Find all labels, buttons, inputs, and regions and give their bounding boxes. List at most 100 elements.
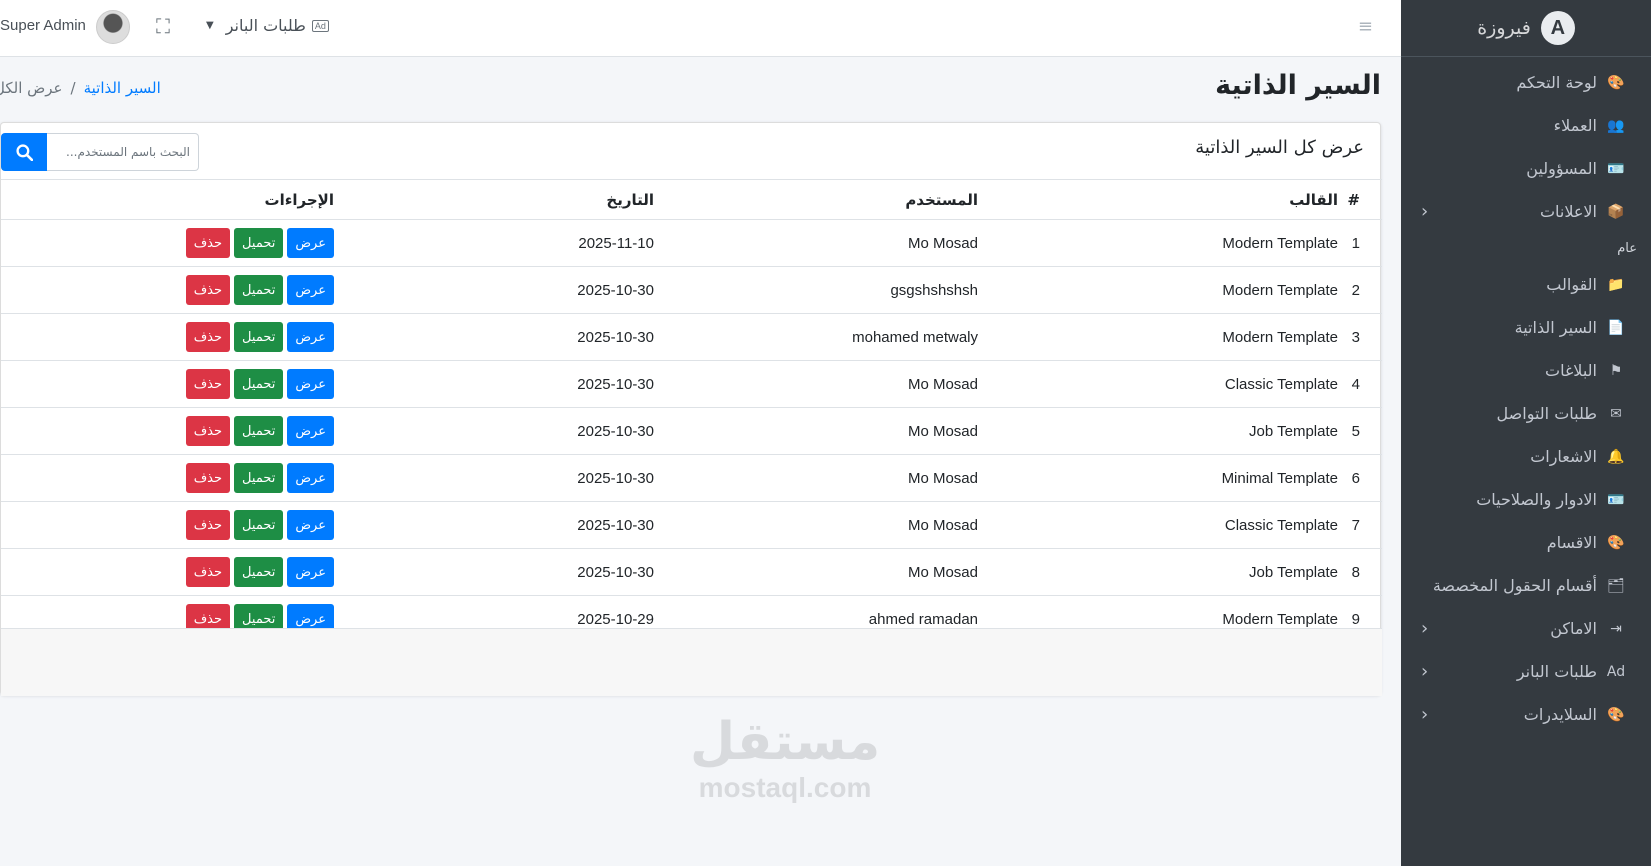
download-button[interactable]: تحميل	[234, 275, 284, 305]
view-button[interactable]: عرض	[287, 369, 334, 399]
card-title: عرض كل السير الذاتية	[1195, 137, 1364, 158]
row-date: 2025-10-30	[334, 407, 654, 455]
chevron-left-icon: ‹	[1421, 618, 1429, 639]
row-date: 2025-10-30	[334, 501, 654, 549]
row-date: 2025-10-30	[334, 454, 654, 502]
download-button[interactable]: تحميل	[234, 322, 284, 352]
delete-button[interactable]: حذف	[185, 463, 231, 493]
sidebar-item[interactable]: 🪪 المسؤولين	[1401, 147, 1651, 190]
row-actions: عرض تحميل حذف	[1, 501, 334, 549]
cv-list-card: عرض كل السير الذاتية # القالب المستخدم ا…	[0, 122, 1382, 696]
sign-in-icon: ⇥	[1610, 620, 1622, 637]
row-date: 2025-11-10	[334, 219, 654, 267]
page-title: السير الذاتية	[1215, 70, 1381, 101]
sidebar-item[interactable]: Ad طلبات البانر ‹	[1401, 650, 1651, 693]
folder-plus-icon: 🗂	[1607, 577, 1625, 594]
download-button[interactable]: تحميل	[234, 557, 284, 587]
download-button[interactable]: تحميل	[234, 463, 284, 493]
header-user: المستخدم	[654, 179, 978, 220]
chevron-left-icon: ‹	[1421, 201, 1429, 222]
delete-button[interactable]: حذف	[185, 510, 231, 540]
cube-icon: 📦	[1607, 203, 1625, 220]
download-button[interactable]: تحميل	[234, 369, 284, 399]
top-navbar: ≡ Ad طلبات البانر ▼ ⛶ Super Admin	[0, 0, 1401, 57]
brand-link[interactable]: A فيروزة	[1401, 0, 1651, 57]
id-card-icon: 🪪	[1607, 160, 1625, 177]
sidebar-item[interactable]: ✉ طلبات التواصل	[1401, 392, 1651, 435]
user-name[interactable]: Super Admin	[0, 17, 86, 34]
search-input[interactable]	[47, 133, 199, 171]
row-actions: عرض تحميل حذف	[1, 548, 334, 596]
sidebar-item-label: السلايدرات	[1523, 705, 1597, 724]
sidebar-item[interactable]: 📁 القوالب	[1401, 263, 1651, 306]
watermark-logo: مستقل mostaql.com	[690, 712, 880, 804]
caret-down-icon: ▼	[206, 20, 214, 31]
view-button[interactable]: عرض	[287, 510, 334, 540]
search-button[interactable]	[1, 133, 47, 171]
sidebar-item[interactable]: ⇥ الاماكن ‹	[1401, 607, 1651, 650]
download-button[interactable]: تحميل	[234, 510, 284, 540]
sidebar-item-label: أقسام الحقول المخصصة	[1432, 576, 1597, 595]
sidebar-item[interactable]: 🎨 السلايدرات ‹	[1401, 693, 1651, 736]
view-button[interactable]: عرض	[287, 463, 334, 493]
view-button[interactable]: عرض	[287, 275, 334, 305]
view-button[interactable]: عرض	[287, 228, 334, 258]
view-button[interactable]: عرض	[287, 416, 334, 446]
view-button[interactable]: عرض	[287, 322, 334, 352]
row-user: Mo Mosad	[654, 219, 978, 267]
sidebar-item[interactable]: 🔔 الاشعارات	[1401, 435, 1651, 478]
chevron-left-icon: ‹	[1421, 661, 1429, 682]
row-template: Classic Template	[978, 501, 1338, 549]
sidebar-item-label: العملاء	[1553, 116, 1597, 135]
delete-button[interactable]: حذف	[185, 275, 231, 305]
row-date: 2025-10-30	[334, 548, 654, 596]
sidebar-item[interactable]: 🎨 لوحة التحكم	[1401, 61, 1651, 104]
delete-button[interactable]: حذف	[185, 228, 231, 258]
sidebar-item[interactable]: 🎨 الاقسام	[1401, 521, 1651, 564]
fullscreen-icon[interactable]: ⛶	[156, 14, 170, 38]
row-number: 2	[1338, 266, 1382, 314]
table-row: 3 Modern Template mohamed metwaly 2025-10-3…	[1, 313, 1382, 361]
row-number: 1	[1338, 219, 1382, 267]
banner-requests-label: طلبات البانر	[225, 16, 306, 35]
row-user: mohamed metwaly	[654, 313, 978, 361]
delete-button[interactable]: حذف	[185, 322, 231, 352]
download-button[interactable]: تحميل	[234, 416, 284, 446]
sidebar-item[interactable]: 👥 العملاء	[1401, 104, 1651, 147]
sidebar-item-label: طلبات البانر	[1516, 662, 1597, 681]
sidebar-item[interactable]: 🗂 أقسام الحقول المخصصة	[1401, 564, 1651, 607]
delete-button[interactable]: حذف	[185, 557, 231, 587]
delete-button[interactable]: حذف	[185, 369, 231, 399]
breadcrumb: السير الذاتية / عرض الكل	[0, 79, 161, 97]
ad-icon: Ad	[311, 19, 329, 32]
row-actions: عرض تحميل حذف	[1, 454, 334, 502]
row-date: 2025-10-30	[334, 266, 654, 314]
row-user: Mo Mosad	[654, 454, 978, 502]
sidebar-item[interactable]: 📄 السير الذاتية	[1401, 306, 1651, 349]
search-icon	[15, 143, 33, 161]
row-number: 8	[1338, 548, 1382, 596]
row-template: Modern Template	[978, 219, 1338, 267]
breadcrumb-link-cvs[interactable]: السير الذاتية	[84, 79, 161, 97]
delete-button[interactable]: حذف	[185, 416, 231, 446]
row-template: Job Template	[978, 548, 1338, 596]
row-number: 7	[1338, 501, 1382, 549]
hamburger-menu-icon[interactable]: ≡	[1358, 16, 1373, 37]
sidebar-item[interactable]: 📦 الاعلانات ‹	[1401, 190, 1651, 233]
banner-requests-dropdown[interactable]: Ad طلبات البانر ▼	[206, 16, 329, 35]
download-button[interactable]: تحميل	[234, 228, 284, 258]
view-button[interactable]: عرض	[287, 557, 334, 587]
header-template: القالب	[978, 179, 1338, 220]
breadcrumb-current: عرض الكل	[0, 79, 63, 97]
sidebar-item[interactable]: ⚑ البلاغات	[1401, 349, 1651, 392]
avatar[interactable]	[96, 10, 130, 44]
sidebar-item[interactable]: 🪪 الادوار والصلاحيات	[1401, 478, 1651, 521]
sidebar-item-label: البلاغات	[1545, 361, 1597, 380]
search-form	[1, 133, 199, 171]
brand-logo-icon: A	[1540, 11, 1575, 45]
row-number: 6	[1338, 454, 1382, 502]
sidebar-section-header: عام	[1617, 241, 1637, 256]
breadcrumb-separator: /	[70, 79, 76, 97]
watermark-english: mostaql.com	[698, 772, 872, 803]
row-user: Mo Mosad	[654, 360, 978, 408]
